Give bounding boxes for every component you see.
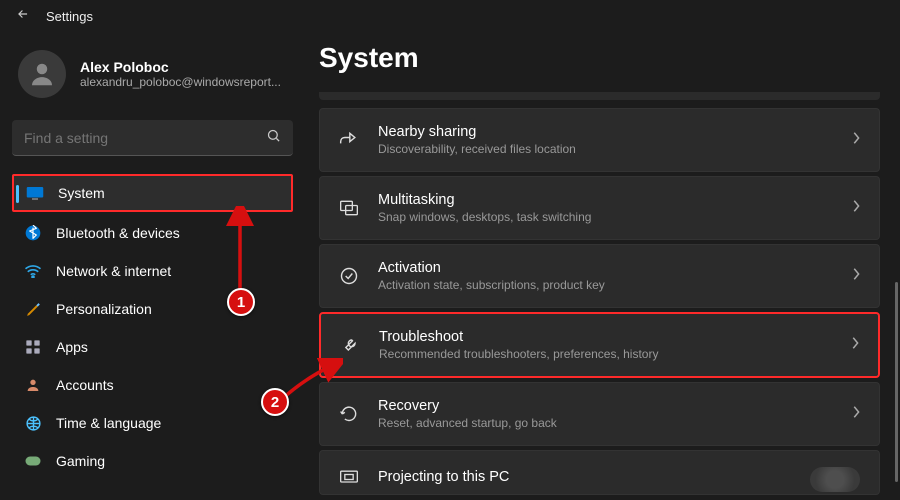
chevron-right-icon	[851, 267, 861, 286]
sidebar-item-time-language[interactable]: Time & language	[12, 406, 293, 440]
sidebar-item-gaming[interactable]: Gaming	[12, 444, 293, 478]
profile-name: Alex Poloboc	[80, 59, 281, 75]
sidebar-item-label: Time & language	[56, 415, 161, 431]
panel-cutoff	[319, 92, 880, 100]
scrollbar[interactable]	[895, 282, 898, 482]
sidebar-item-label: Personalization	[56, 301, 152, 317]
sidebar-item-apps[interactable]: Apps	[12, 330, 293, 364]
panel-title: Troubleshoot	[379, 329, 832, 345]
project-icon	[338, 466, 360, 488]
panel-projecting[interactable]: Projecting to this PC	[319, 450, 880, 495]
panel-title: Projecting to this PC	[378, 469, 861, 485]
sidebar-item-label: Bluetooth & devices	[56, 225, 180, 241]
sidebar-item-label: Apps	[56, 339, 88, 355]
multitask-icon	[338, 197, 360, 219]
panel-subtitle: Activation state, subscriptions, product…	[378, 278, 833, 292]
wifi-icon	[24, 262, 42, 280]
brush-icon	[24, 300, 42, 318]
chevron-right-icon	[850, 336, 860, 355]
panel-subtitle: Discoverability, received files location	[378, 142, 833, 156]
sidebar-item-label: Accounts	[56, 377, 114, 393]
system-icon	[26, 184, 44, 202]
sidebar: Alex Poloboc alexandru_poloboc@windowsre…	[0, 32, 305, 500]
sidebar-item-label: Network & internet	[56, 263, 171, 279]
apps-icon	[24, 338, 42, 356]
avatar	[18, 50, 66, 98]
window-title: Settings	[46, 9, 93, 24]
share-icon	[338, 129, 360, 151]
panel-subtitle: Snap windows, desktops, task switching	[378, 210, 833, 224]
gaming-icon	[24, 452, 42, 470]
profile-email: alexandru_poloboc@windowsreport...	[80, 75, 281, 89]
panel-title: Activation	[378, 260, 833, 276]
chevron-right-icon	[851, 131, 861, 150]
step-badge-1: 1	[227, 288, 255, 316]
chevron-right-icon	[851, 405, 861, 424]
accounts-icon	[24, 376, 42, 394]
search-box[interactable]	[12, 120, 293, 156]
bluetooth-icon	[24, 224, 42, 242]
step-badge-2: 2	[261, 388, 289, 416]
search-icon	[266, 128, 281, 148]
panel-title: Recovery	[378, 398, 833, 414]
panel-troubleshoot[interactable]: Troubleshoot Recommended troubleshooters…	[319, 312, 880, 378]
back-icon[interactable]	[16, 7, 30, 26]
panel-subtitle: Reset, advanced startup, go back	[378, 416, 833, 430]
panel-title: Nearby sharing	[378, 124, 833, 140]
chevron-right-icon	[851, 199, 861, 218]
recovery-icon	[338, 403, 360, 425]
panel-subtitle: Recommended troubleshooters, preferences…	[379, 347, 832, 361]
wrench-icon	[339, 334, 361, 356]
sidebar-item-label: System	[58, 185, 105, 201]
page-title: System	[319, 42, 880, 74]
annotation-arrow-1	[223, 206, 257, 298]
panel-recovery[interactable]: Recovery Reset, advanced startup, go bac…	[319, 382, 880, 446]
sidebar-item-accounts[interactable]: Accounts	[12, 368, 293, 402]
sidebar-item-label: Gaming	[56, 453, 105, 469]
panel-nearby-sharing[interactable]: Nearby sharing Discoverability, received…	[319, 108, 880, 172]
search-input[interactable]	[24, 130, 266, 146]
panel-multitasking[interactable]: Multitasking Snap windows, desktops, tas…	[319, 176, 880, 240]
profile-block[interactable]: Alex Poloboc alexandru_poloboc@windowsre…	[12, 42, 293, 116]
watermark	[810, 467, 860, 492]
panel-activation[interactable]: Activation Activation state, subscriptio…	[319, 244, 880, 308]
check-circle-icon	[338, 265, 360, 287]
main-content: System Nearby sharing Discoverability, r…	[305, 32, 900, 500]
clock-globe-icon	[24, 414, 42, 432]
panel-title: Multitasking	[378, 192, 833, 208]
